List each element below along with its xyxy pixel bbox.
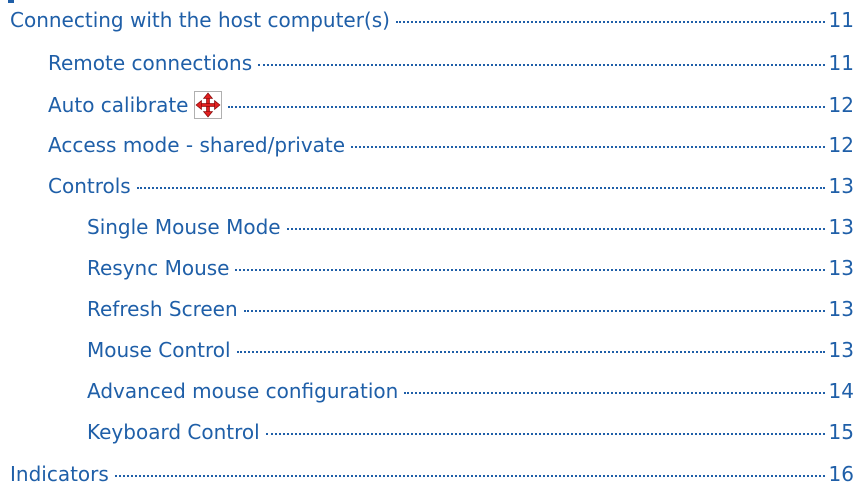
toc-entry-page: 16 — [828, 462, 854, 486]
dot-leader — [286, 228, 825, 230]
toc-entry-title: Mouse Control — [87, 338, 231, 362]
toc-entry-title: Resync Mouse — [87, 256, 230, 280]
toc-entry-controls[interactable]: Controls 13 — [48, 174, 854, 198]
toc-entry-title: Connecting with the host computer(s) — [10, 8, 390, 32]
dot-leader — [351, 146, 825, 148]
toc-entry-mouse-control[interactable]: Mouse Control 13 — [87, 338, 854, 362]
dot-leader — [395, 21, 825, 23]
toc-entry-title: Controls — [48, 174, 131, 198]
toc-entry-title: Remote connections — [48, 51, 253, 75]
toc-entry-single-mouse-mode[interactable]: Single Mouse Mode 13 — [87, 215, 854, 239]
dot-leader — [258, 64, 825, 66]
toc-entry-page: 13 — [828, 174, 854, 198]
toc-entry-title: Indicators — [10, 462, 109, 486]
move-arrows-icon — [194, 91, 223, 119]
dot-leader — [114, 475, 825, 477]
toc-entry-remote-connections[interactable]: Remote connections 11 — [48, 51, 854, 75]
toc-entry-page: 11 — [828, 51, 854, 75]
toc-entry-page: 13 — [828, 338, 854, 362]
toc-entry-title-wrap: Auto calibrate — [48, 91, 223, 119]
toc-entry-title: Advanced mouse configuration — [87, 379, 399, 403]
toc-entry-resync-mouse[interactable]: Resync Mouse 13 — [87, 256, 854, 280]
dot-leader — [228, 106, 825, 108]
dot-leader — [243, 310, 825, 312]
dot-leader — [265, 433, 825, 435]
toc-entry-page: 12 — [828, 93, 854, 117]
toc-entry-title: Single Mouse Mode — [87, 215, 281, 239]
toc-entry-access-mode[interactable]: Access mode - shared/private 12 — [48, 133, 854, 157]
toc-entry-page: 13 — [828, 297, 854, 321]
toc-entry-title: Access mode - shared/private — [48, 133, 346, 157]
dot-leader — [404, 392, 825, 394]
toc-entry-title: Refresh Screen — [87, 297, 238, 321]
toc-entry-page: 13 — [828, 256, 854, 280]
toc-entry-indicators[interactable]: Indicators 16 — [10, 462, 854, 486]
page-edge-mark — [8, 0, 14, 3]
toc-entry-page: 11 — [828, 8, 854, 32]
toc-entry-auto-calibrate[interactable]: Auto calibrate 12 — [48, 91, 854, 119]
table-of-contents: Connecting with the host computer(s) 11 … — [0, 0, 866, 500]
toc-entry-page: 13 — [828, 215, 854, 239]
dot-leader — [236, 351, 825, 353]
toc-entry-page: 12 — [828, 133, 854, 157]
toc-entry-connecting[interactable]: Connecting with the host computer(s) 11 — [10, 8, 854, 32]
toc-entry-page: 15 — [828, 420, 854, 444]
toc-entry-advanced-mouse-configuration[interactable]: Advanced mouse configuration 14 — [87, 379, 854, 403]
toc-entry-title: Keyboard Control — [87, 420, 260, 444]
dot-leader — [235, 269, 825, 271]
toc-entry-page: 14 — [828, 379, 854, 403]
toc-entry-title: Auto calibrate — [48, 93, 189, 117]
dot-leader — [136, 187, 825, 189]
toc-entry-keyboard-control[interactable]: Keyboard Control 15 — [87, 420, 854, 444]
toc-entry-refresh-screen[interactable]: Refresh Screen 13 — [87, 297, 854, 321]
